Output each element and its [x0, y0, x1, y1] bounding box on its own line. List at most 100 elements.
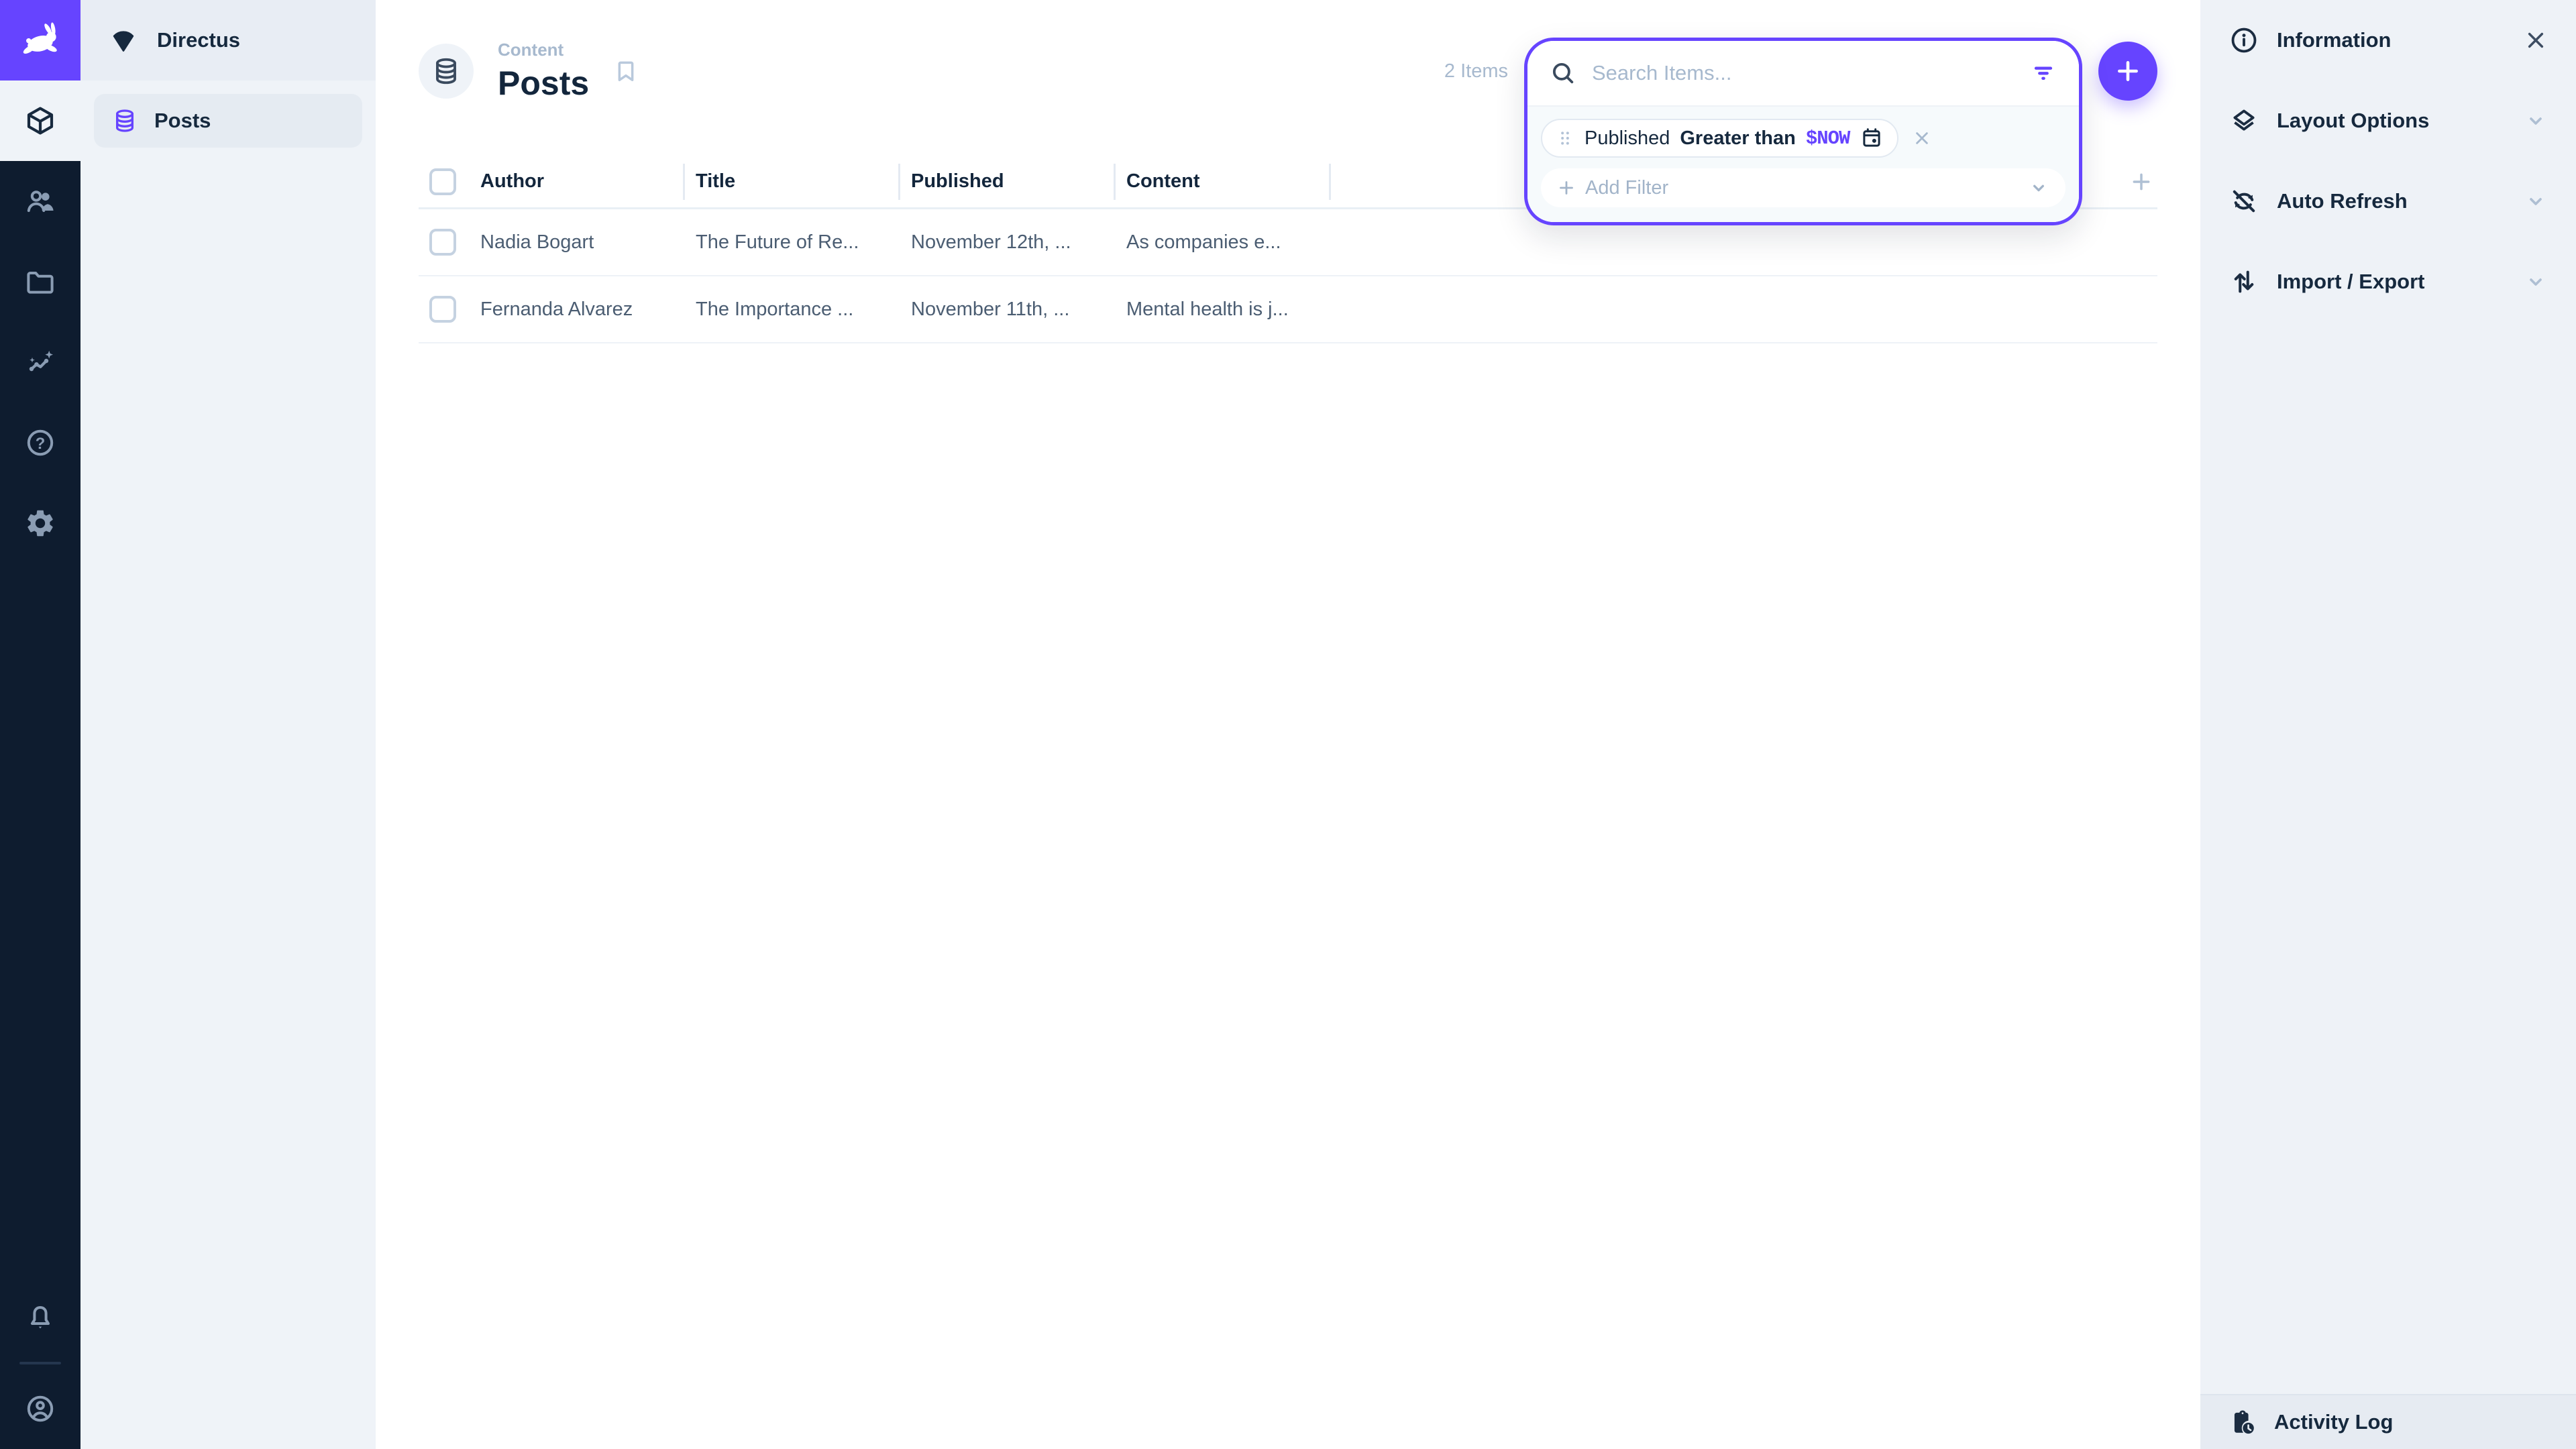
row-checkbox-cell: [419, 296, 470, 323]
sidebar-section-label: Auto Refresh: [2277, 189, 2408, 213]
search-filter-panel: Published Greater than $NOW: [1524, 38, 2082, 225]
chevron-down-icon: [2522, 268, 2549, 295]
sidebar-section-information[interactable]: Information: [2200, 0, 2576, 80]
close-icon: [1911, 127, 1933, 150]
filter-chip[interactable]: Published Greater than $NOW: [1541, 119, 1898, 158]
svg-text:?: ?: [36, 435, 46, 453]
add-filter-button[interactable]: Add Filter: [1541, 168, 2065, 207]
column-header-author[interactable]: Author: [470, 164, 685, 200]
database-icon: [431, 56, 462, 87]
plus-icon: [1556, 177, 1577, 199]
filter-section: Published Greater than $NOW: [1527, 105, 2079, 222]
directus-logo-button[interactable]: [0, 0, 80, 80]
activity-log-label: Activity Log: [2274, 1410, 2393, 1434]
filter-value[interactable]: $NOW: [1806, 127, 1850, 150]
cell-published: November 11th, ...: [900, 299, 1116, 321]
row-checkbox-cell: [419, 229, 470, 256]
remove-filter-button[interactable]: [1911, 127, 1933, 150]
cell-title: The Importance ...: [685, 299, 900, 321]
items-count: 2 Items: [1444, 60, 1508, 83]
import-export-icon: [2229, 266, 2259, 297]
cell-author: Nadia Bogart: [470, 231, 685, 254]
layers-icon: [2229, 105, 2259, 136]
module-content[interactable]: [0, 80, 80, 161]
row-checkbox[interactable]: [429, 229, 456, 256]
chevron-down-icon: [2522, 188, 2549, 215]
account-button[interactable]: [0, 1368, 80, 1449]
sidebar-section-layout-options[interactable]: Layout Options: [2200, 80, 2576, 161]
cube-icon: [24, 105, 56, 137]
notifications-button[interactable]: [0, 1277, 80, 1358]
cell-content: Mental health is j...: [1116, 299, 1331, 321]
module-docs[interactable]: ?: [0, 402, 80, 483]
title-block: Content Posts: [498, 40, 589, 103]
collection-nav: Directus Posts: [80, 0, 376, 1449]
users-icon: [24, 185, 56, 217]
plus-icon: [2128, 168, 2155, 195]
close-icon: [2522, 27, 2549, 54]
module-settings[interactable]: [0, 483, 80, 564]
sync-disabled-icon: [2229, 186, 2259, 217]
activity-log-button[interactable]: Activity Log: [2200, 1394, 2576, 1449]
info-icon: [2229, 25, 2259, 56]
chevron-down-icon: [2027, 176, 2051, 200]
sidebar-section-auto-refresh[interactable]: Auto Refresh: [2200, 161, 2576, 241]
nav-item-posts[interactable]: Posts: [94, 94, 362, 148]
collection-icon-button[interactable]: [419, 44, 474, 99]
insights-icon: [24, 346, 56, 378]
gear-icon: [24, 507, 56, 539]
avatar-icon: [24, 1393, 56, 1425]
project-name: Directus: [157, 28, 240, 52]
sidebar-section-label: Layout Options: [2277, 109, 2429, 133]
column-header-published[interactable]: Published: [900, 164, 1116, 200]
directus-rabbit-icon: [17, 17, 63, 63]
add-column-button[interactable]: [2128, 168, 2155, 195]
help-icon: ?: [24, 427, 56, 459]
add-item-button[interactable]: [2098, 42, 2157, 101]
cell-content: As companies e...: [1116, 231, 1331, 254]
search-bar: [1527, 41, 2079, 105]
row-checkbox[interactable]: [429, 296, 456, 323]
cell-author: Fernanda Alvarez: [470, 299, 685, 321]
close-sidebar-button[interactable]: [2522, 27, 2549, 54]
cell-published: November 12th, ...: [900, 231, 1116, 254]
module-bar-spacer: [0, 564, 80, 1277]
folder-icon: [24, 266, 56, 298]
chevron-down-icon: [2522, 107, 2549, 134]
add-filter-label: Add Filter: [1585, 177, 1668, 199]
module-file-library[interactable]: [0, 241, 80, 322]
project-header[interactable]: Directus: [80, 0, 376, 80]
module-insights[interactable]: [0, 322, 80, 402]
table-header-checkbox-cell: [419, 168, 470, 195]
breadcrumb[interactable]: Content: [498, 40, 589, 60]
database-icon: [111, 107, 138, 134]
select-all-checkbox[interactable]: [429, 168, 456, 195]
sidebar-section-label: Information: [2277, 28, 2392, 52]
sidebar-section-label: Import / Export: [2277, 270, 2424, 294]
filter-field[interactable]: Published: [1585, 127, 1670, 150]
page-title: Posts: [498, 64, 589, 103]
filter-bars-icon[interactable]: [2029, 59, 2057, 87]
nav-items: Posts: [80, 80, 376, 161]
search-input[interactable]: [1592, 61, 2015, 85]
bookmark-icon[interactable]: [612, 57, 640, 85]
nav-item-label: Posts: [154, 109, 211, 133]
column-header-title[interactable]: Title: [685, 164, 900, 200]
table-row[interactable]: Fernanda Alvarez The Importance ... Nove…: [419, 276, 2157, 343]
clipboard-clock-icon: [2229, 1408, 2257, 1436]
calendar-icon[interactable]: [1860, 126, 1884, 150]
plus-icon: [2112, 56, 2143, 87]
module-user-directory[interactable]: [0, 161, 80, 241]
module-bar-divider: [19, 1362, 61, 1364]
fan-logo-icon: [109, 25, 138, 55]
module-bar: ?: [0, 0, 80, 1449]
cell-title: The Future of Re...: [685, 231, 900, 254]
filter-operator[interactable]: Greater than: [1680, 127, 1795, 150]
search-icon: [1549, 59, 1577, 87]
bell-icon: [24, 1301, 56, 1334]
right-sidebar: Information Layout Options: [2200, 0, 2576, 1449]
filter-chip-row: Published Greater than $NOW: [1541, 119, 2065, 158]
column-header-content[interactable]: Content: [1116, 164, 1331, 200]
sidebar-section-import-export[interactable]: Import / Export: [2200, 241, 2576, 322]
drag-handle-icon[interactable]: [1556, 129, 1574, 148]
